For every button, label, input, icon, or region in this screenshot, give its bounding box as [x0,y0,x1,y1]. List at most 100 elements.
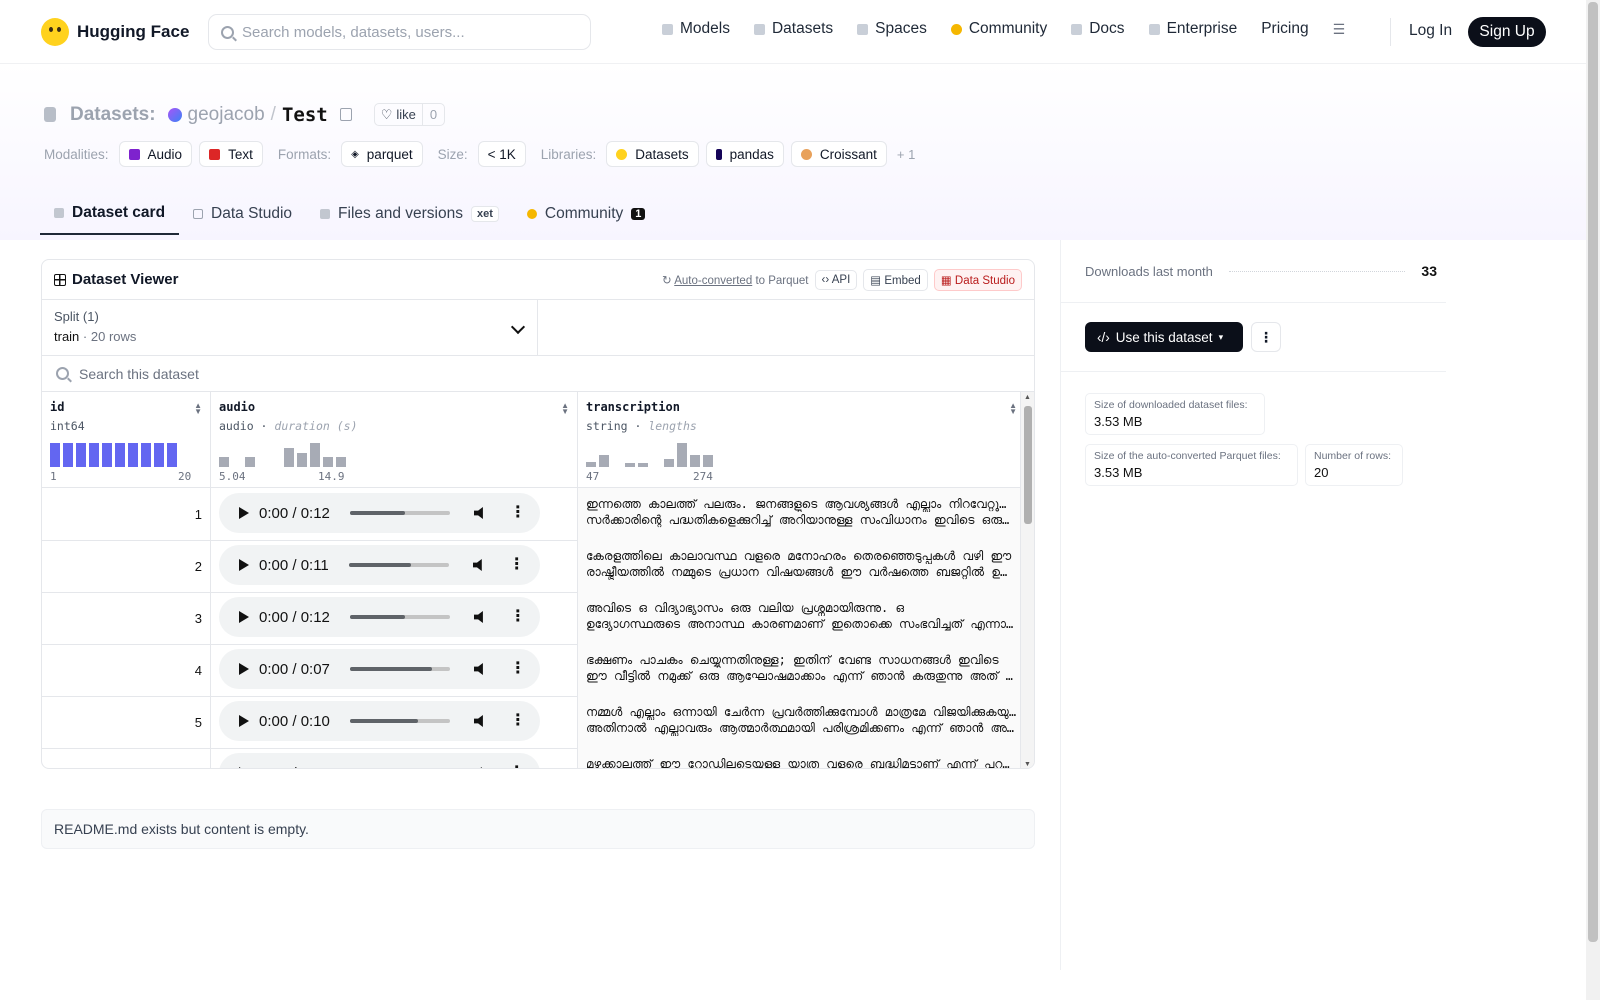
more-vertical-icon[interactable]: ⋮ [510,661,526,677]
tag-audio[interactable]: Audio [118,141,193,167]
play-icon[interactable] [239,611,249,623]
tab-data-studio[interactable]: Data Studio [179,193,306,235]
more-vertical-icon[interactable]: ⋮ [510,713,526,729]
audio-progress-track[interactable] [349,615,450,619]
nav-models-label: Models [680,20,730,37]
tab-community[interactable]: Community 1 [513,193,660,235]
table-row[interactable]: 6 0:00 / 0:11 ⋮ മഴക്കാലത്ത് ഈ റോഡിലൂടെയുള്ള… [42,748,1026,769]
sort-icon[interactable]: ▲ ▼ [561,402,569,416]
audio-player[interactable]: 0:00 / 0:11 ⋮ [219,753,540,769]
stat-parquet-size-value: 3.53 MB [1094,465,1143,480]
more-vertical-icon[interactable]: ⋮ [509,765,525,769]
scroll-down-arrow-icon[interactable]: ▼ [1024,761,1031,768]
table-row[interactable]: 5 0:00 / 0:10 ⋮ നമ്മൾ എല്ലാം ഒന്നായി ചേർന്ന… [42,696,1026,749]
more-vertical-icon[interactable]: ⋮ [510,505,526,521]
table-row[interactable]: 2 0:00 / 0:11 ⋮ കേരളത്തിലെ കാലാവസ്ഥ വളരെ മന… [42,540,1026,593]
audio-player[interactable]: 0:00 / 0:10 ⋮ [219,701,540,741]
column-header-audio[interactable]: audio audio · duration (s) ▲ ▼ 5.04 14.9 [211,392,578,488]
more-tags-link[interactable]: + 1 [897,147,915,162]
nav-community[interactable]: Community [950,20,1047,38]
nav-models[interactable]: Models [662,20,730,38]
nav-pricing[interactable]: Pricing [1261,20,1308,38]
column-header-id[interactable]: id int64 ▲ ▼ 1 20 [42,392,211,488]
scrollbar-thumb[interactable] [1024,406,1032,524]
play-icon[interactable] [239,767,249,768]
downloads-stat: Downloads last month 33 [1085,263,1437,279]
tag-size[interactable]: < 1K [477,141,526,167]
tag-parquet[interactable]: ◈ parquet [341,141,423,167]
more-options-icon[interactable]: ⋮ [1251,322,1281,352]
more-menu-icon[interactable]: ☰ [1333,21,1346,38]
sort-icon[interactable]: ▲ ▼ [194,402,202,416]
audio-progress-track[interactable] [349,667,450,671]
nav-enterprise[interactable]: Enterprise [1148,20,1237,38]
tag-pandas-library[interactable]: pandas [705,141,784,167]
tab-dataset-card[interactable]: Dataset card [40,193,180,235]
sort-icon[interactable]: ▲ ▼ [1009,402,1017,416]
audio-time: 0:00 / 0:11 [259,556,329,574]
more-vertical-icon[interactable]: ⋮ [510,609,526,625]
audio-player[interactable]: 0:00 / 0:11 ⋮ [219,545,540,585]
play-icon[interactable] [239,507,249,519]
volume-icon[interactable] [472,767,482,768]
auto-converted-link[interactable]: Auto-converted [674,275,752,287]
audio-player[interactable]: 0:00 / 0:07 ⋮ [219,649,540,689]
scroll-up-arrow-icon[interactable]: ▲ [1024,394,1031,401]
tag-datasets-library[interactable]: Datasets [606,141,699,167]
volume-icon[interactable] [473,663,483,675]
hf-datasets-icon [616,148,628,160]
search-icon [56,367,69,380]
audio-player[interactable]: 0:00 / 0:12 ⋮ [219,597,540,637]
table-row[interactable]: 1 0:00 / 0:12 ⋮ ഇന്നത്തെ കാലത്ത് പലരും. ജനങ… [42,488,1026,541]
audio-player[interactable]: 0:00 / 0:12 ⋮ [219,493,540,533]
play-icon[interactable] [239,715,249,727]
page-scrollbar[interactable] [1586,0,1600,1000]
repo-name[interactable]: Test [282,104,328,126]
like-count[interactable]: 0 [423,107,444,122]
nav-docs[interactable]: Docs [1071,20,1125,38]
table-scrollbar[interactable]: ▲ ▼ [1020,392,1034,768]
dataset-search-input[interactable]: Search this dataset [42,356,1034,392]
split-selector[interactable]: Split (1) train · 20 rows [42,300,538,355]
tag-croissant-library[interactable]: Croissant [790,141,887,167]
croissant-icon [800,148,812,160]
global-search-input[interactable]: Search models, datasets, users... [208,14,591,50]
volume-icon[interactable] [473,507,483,519]
column-type-audio-text: audio [219,419,254,433]
tag-audio-label: Audio [147,146,183,162]
nav-spaces[interactable]: Spaces [857,20,927,38]
more-vertical-icon[interactable]: ⋮ [509,557,525,573]
data-studio-button[interactable]: ▦ Data Studio [933,268,1022,291]
audio-icon [128,148,140,160]
histogram-id [50,443,177,467]
transcription-line: ഉദ്യോഗസ്ഥരുടെ അനാസ്ഥ കാരണമാണ് ഇതൊക്കെ സം… [586,617,1018,631]
audio-progress-track[interactable] [348,563,449,567]
signup-button[interactable]: Sign Up [1468,17,1546,47]
audio-progress-fill [349,615,405,619]
tab-files-versions[interactable]: Files and versions xet [306,193,513,235]
audio-progress-track[interactable] [349,719,450,723]
copy-icon[interactable] [339,108,352,121]
nav-datasets[interactable]: Datasets [753,20,833,38]
embed-button[interactable]: ▤ Embed [863,268,928,291]
use-this-dataset-button[interactable]: ‹/› Use this dataset ▾ [1085,322,1243,352]
api-button[interactable]: ‹› API [814,269,858,290]
histogram-bar [63,443,73,467]
page-scrollbar-thumb[interactable] [1588,2,1598,942]
play-icon[interactable] [239,663,249,675]
table-row[interactable]: 4 0:00 / 0:07 ⋮ ഭക്ഷണം പാചകം ചെയ്യുന്നതിനുള… [42,644,1026,697]
login-link[interactable]: Log In [1409,22,1452,40]
volume-icon[interactable] [472,559,482,571]
audio-progress-track[interactable] [349,511,450,515]
brand-logo[interactable]: Hugging Face [41,18,189,46]
owner-avatar[interactable] [167,107,182,122]
tag-text[interactable]: Text [199,141,263,167]
volume-icon[interactable] [473,611,483,623]
like-button[interactable]: ♡ like [375,104,423,125]
volume-icon[interactable] [473,715,483,727]
table-row[interactable]: 3 0:00 / 0:12 ⋮ അവിടെ ഒ വിദ്യാഭ്യാസം ഒരു വല… [42,592,1026,645]
play-icon[interactable] [239,559,249,571]
column-header-transcription[interactable]: transcription string · lengths ▲ ▼ 47 274 [578,392,1026,488]
audio-progress-fill [348,563,411,567]
repo-owner-link[interactable]: geojacob [188,104,265,126]
